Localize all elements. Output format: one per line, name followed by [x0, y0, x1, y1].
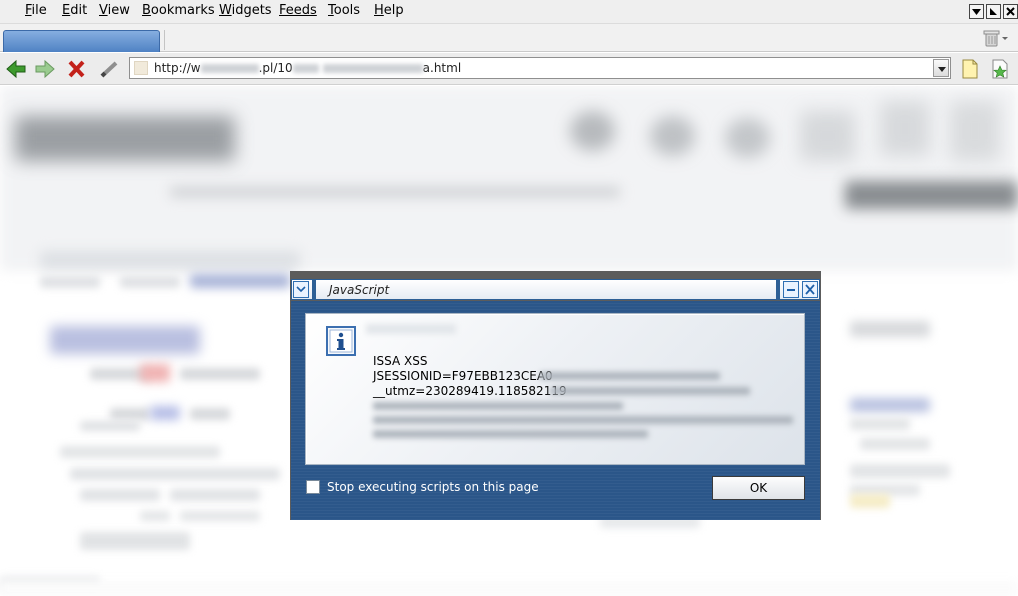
- tab-separator: [164, 30, 165, 50]
- redacted-text: [373, 402, 623, 410]
- dialog-body: ISSA XSS JSESSIONID=F97EBB123CEA0 __utmz…: [291, 301, 820, 520]
- edit-page-button[interactable]: [98, 58, 120, 80]
- stop-scripts-checkbox[interactable]: [306, 480, 320, 494]
- text-blurred: [110, 408, 150, 420]
- javascript-alert-dialog: JavaScript ISSA XSS JSESSIONID=F97EBB123…: [290, 271, 821, 520]
- dialog-titlebar[interactable]: JavaScript: [291, 279, 820, 300]
- back-arrow-icon: [6, 59, 26, 79]
- text-blurred: [40, 276, 100, 288]
- stop-scripts-label[interactable]: Stop executing scripts on this page: [327, 480, 539, 494]
- dialog-title: JavaScript: [329, 283, 390, 297]
- trash-can-icon: [983, 30, 1008, 47]
- address-url-text: http://w .pl/10 a.html: [154, 61, 462, 75]
- message-line-3: __utmz=230289419.118582119: [373, 384, 567, 398]
- minimize-icon: [787, 289, 795, 291]
- pencil-icon: [100, 61, 118, 78]
- sidebar-highlight-blurred: [850, 494, 890, 508]
- forward-arrow-icon: [35, 59, 55, 79]
- menu-bar: File Edit View Bookmarks Widgets Feeds T…: [0, 0, 1018, 24]
- footer-blurred: [0, 581, 1018, 596]
- text-blurred: [170, 489, 260, 501]
- header-icon-blurred: [880, 101, 930, 156]
- menu-widgets[interactable]: Widgets: [219, 3, 272, 18]
- header-icon-blurred: [725, 118, 770, 158]
- text-blurred: [190, 408, 230, 420]
- header-icon-blurred: [950, 101, 1000, 161]
- bookmark-star-icon: [992, 59, 1008, 79]
- bookmark-page-button[interactable]: [989, 58, 1011, 80]
- page-header-area: [0, 86, 1018, 271]
- notes-button[interactable]: [959, 58, 981, 80]
- redacted-text: [373, 430, 648, 438]
- forward-button[interactable]: [34, 58, 56, 80]
- text-blurred: [80, 532, 190, 550]
- text-blurred: [140, 511, 170, 521]
- sidebar-heading-blurred: [850, 321, 930, 337]
- note-page-icon: [962, 59, 978, 79]
- close-icon: [1006, 7, 1015, 16]
- info-icon: [326, 326, 356, 358]
- address-bar[interactable]: http://w .pl/10 a.html: [129, 57, 951, 79]
- redacted-text: [540, 372, 720, 380]
- dialog-close-button[interactable]: [802, 281, 818, 298]
- message-line-2: JSESSIONID=F97EBB123CEA0: [373, 369, 553, 383]
- restore-icon: [990, 8, 997, 15]
- restore-window-button[interactable]: [986, 4, 1001, 19]
- titlebar-accent: [312, 280, 316, 299]
- text-blurred: [80, 421, 140, 431]
- back-button[interactable]: [5, 58, 27, 80]
- link-blurred: [150, 406, 180, 420]
- section-heading-blurred: [50, 326, 200, 354]
- message-line-1: ISSA XSS: [373, 354, 428, 368]
- tabs-row-blurred: [40, 251, 300, 269]
- menu-edit[interactable]: Edit: [62, 3, 87, 18]
- titlebar-accent: [776, 280, 780, 299]
- header-icon-blurred: [650, 116, 695, 156]
- minimize-icon: [972, 9, 981, 15]
- header-nav-blurred: [170, 186, 620, 198]
- text-blurred: [180, 368, 260, 380]
- site-favicon-icon: [134, 61, 148, 75]
- redacted-text: [373, 416, 793, 424]
- header-icon-blurred: [800, 111, 855, 161]
- header-search-blurred: [845, 181, 1018, 209]
- menu-help[interactable]: Help: [374, 3, 404, 18]
- blurred-heading: [366, 324, 456, 334]
- text-blurred: [120, 276, 180, 288]
- site-logo-blurred: [15, 116, 235, 161]
- message-panel: ISSA XSS JSESSIONID=F97EBB123CEA0 __utmz…: [305, 313, 805, 465]
- header-icon-blurred: [570, 111, 615, 151]
- ok-button[interactable]: OK: [712, 476, 805, 500]
- menu-file[interactable]: File: [25, 3, 47, 18]
- trash-can-button[interactable]: [983, 28, 1009, 52]
- sidebar-text-blurred: [850, 464, 950, 478]
- address-dropdown-button[interactable]: [933, 59, 949, 77]
- stop-x-icon: [68, 60, 85, 78]
- text-blurred: [180, 511, 260, 521]
- chevron-down-icon: [296, 286, 306, 293]
- sidebar-text-blurred: [860, 438, 930, 450]
- close-window-button[interactable]: [1003, 4, 1018, 19]
- minimize-window-button[interactable]: [969, 4, 984, 19]
- menu-view[interactable]: View: [99, 3, 130, 18]
- redacted-text: [550, 387, 750, 395]
- navigation-toolbar: http://w .pl/10 a.html: [0, 53, 1018, 85]
- text-blurred: [80, 489, 160, 501]
- close-icon: [805, 284, 815, 295]
- sidebar-text-blurred: [850, 418, 910, 430]
- menu-tools[interactable]: Tools: [328, 3, 360, 18]
- sidebar-link-blurred: [850, 398, 930, 412]
- tab-bar: [0, 24, 1018, 52]
- text-blurred: [70, 468, 280, 480]
- text-blurred: [60, 446, 220, 458]
- tab-active[interactable]: [3, 30, 160, 52]
- dialog-minimize-button[interactable]: [783, 281, 799, 298]
- dialog-menu-button[interactable]: [293, 281, 309, 298]
- menu-feeds[interactable]: Feeds: [279, 3, 317, 18]
- stop-button[interactable]: [66, 58, 88, 80]
- link-blurred: [190, 274, 290, 288]
- highlight-blurred: [140, 364, 170, 382]
- menu-bookmarks[interactable]: Bookmarks: [142, 3, 215, 18]
